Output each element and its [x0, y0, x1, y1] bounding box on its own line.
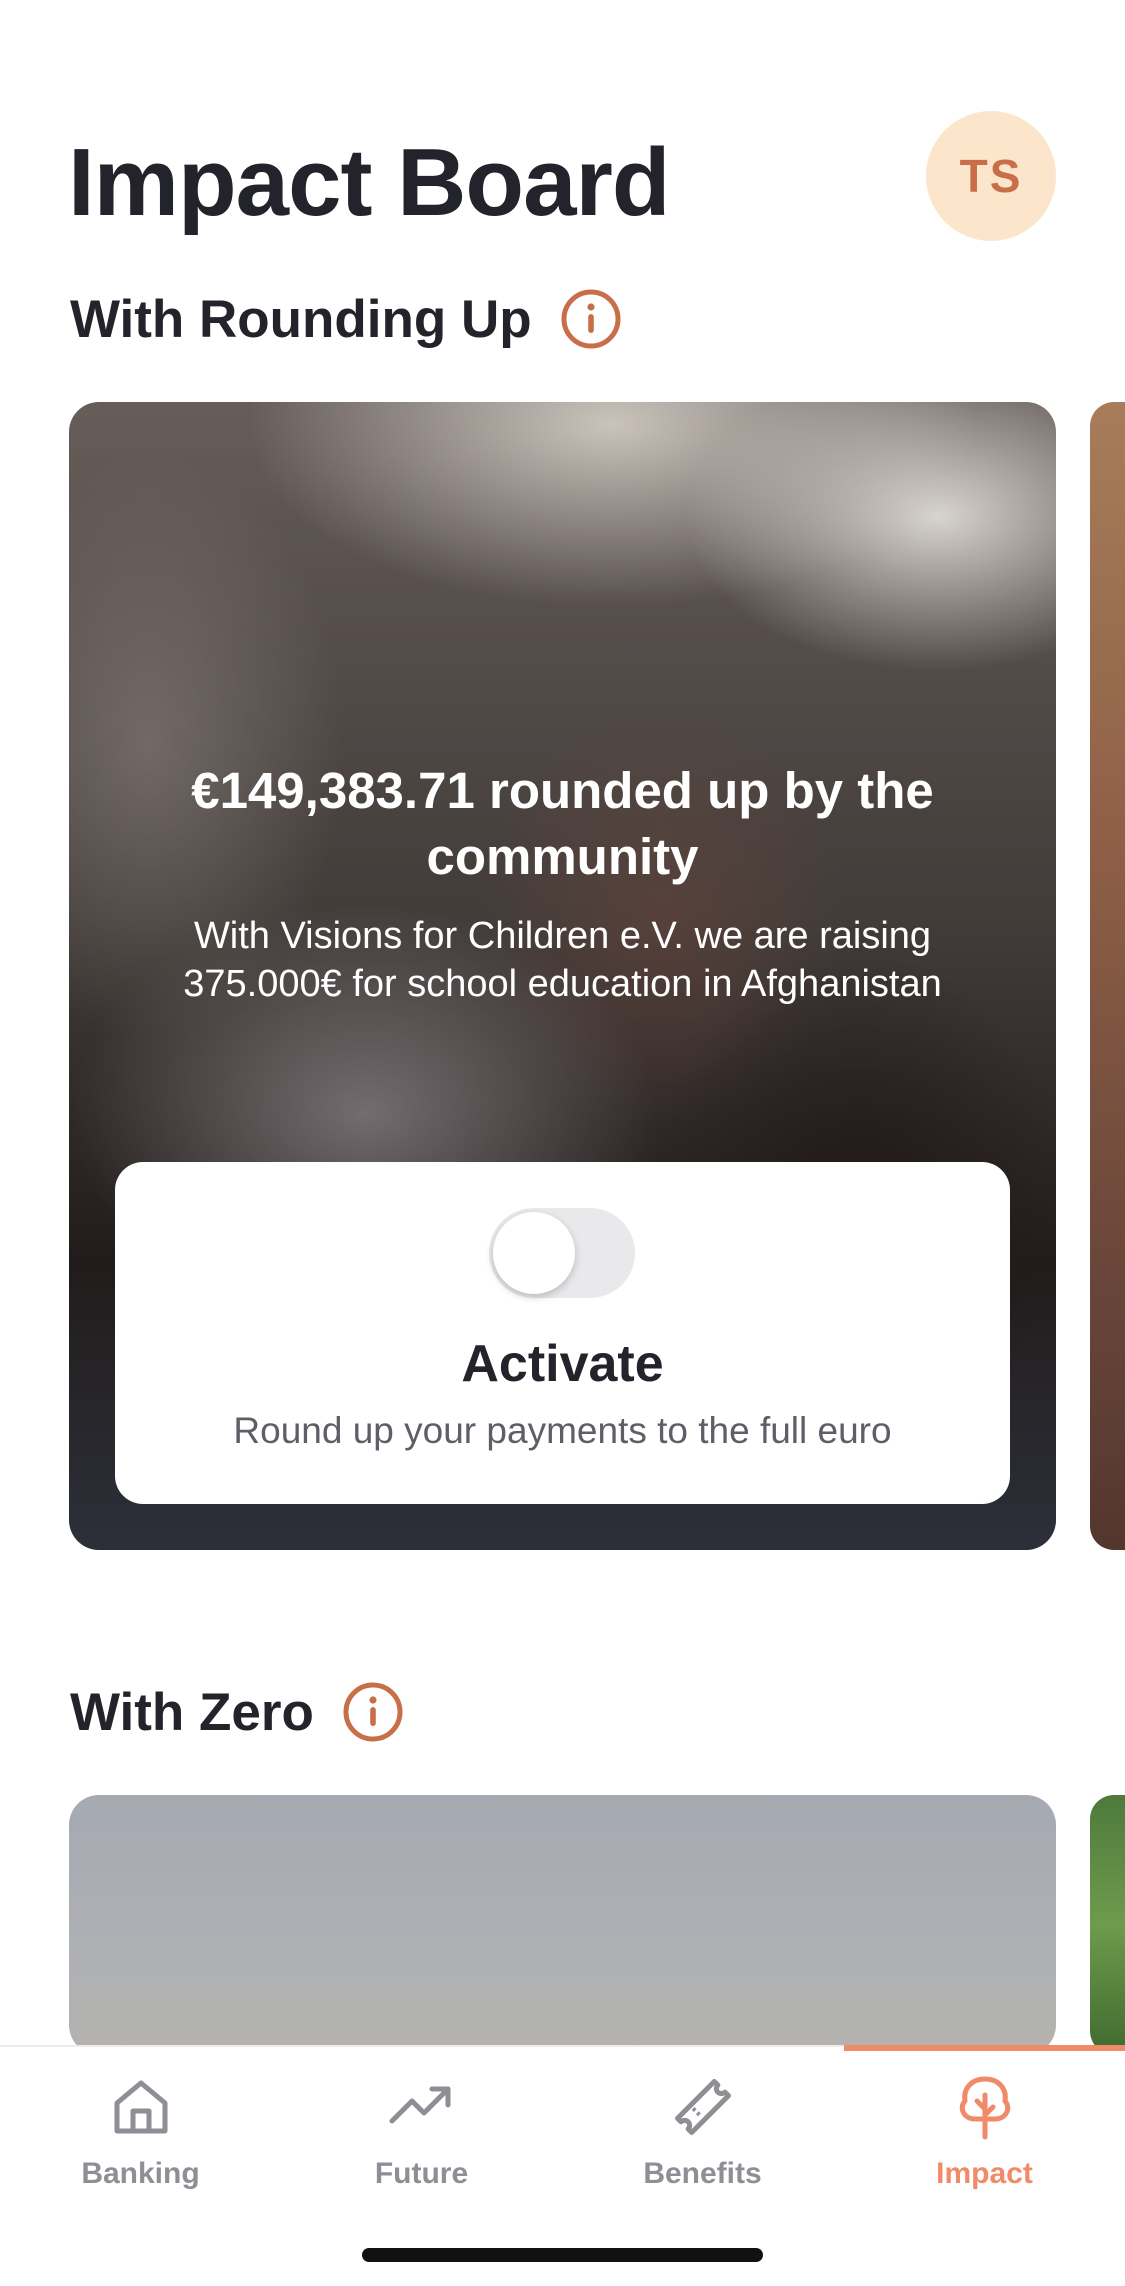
rounding-up-card[interactable]: €149,383.71 rounded up by the community …	[69, 402, 1056, 1550]
card-headline: €149,383.71 rounded up by the community	[191, 762, 934, 885]
tab-future[interactable]: Future	[281, 2071, 562, 2191]
avatar[interactable]: TS	[926, 111, 1056, 241]
card-description: With Visions for Children e.V. we are ra…	[183, 915, 942, 1005]
ticket-icon	[674, 2079, 731, 2135]
next-card-peek[interactable]	[1090, 402, 1125, 1550]
trend-up-icon	[389, 2086, 450, 2124]
tab-banking[interactable]: Banking	[0, 2071, 281, 2191]
page-title: Impact Board	[68, 129, 670, 236]
round-up-toggle[interactable]	[489, 1208, 635, 1298]
section-title: With Rounding Up	[70, 289, 532, 349]
activate-title: Activate	[461, 1335, 664, 1393]
tree-icon	[959, 2076, 1010, 2140]
info-circle-icon[interactable]	[560, 288, 622, 350]
info-circle-icon[interactable]	[342, 1681, 404, 1743]
home-indicator	[362, 2248, 763, 2262]
activate-panel: Activate Round up your payments to the f…	[115, 1162, 1010, 1504]
section-heading-rounding-up: With Rounding Up	[70, 288, 622, 350]
tab-label: Future	[374, 2157, 469, 2190]
tab-benefits[interactable]: Benefits	[562, 2071, 843, 2191]
activate-subtitle: Round up your payments to the full euro	[233, 1410, 892, 1451]
section-title: With Zero	[70, 1682, 314, 1742]
toggle-knob	[493, 1212, 575, 1294]
tab-impact[interactable]: Impact	[844, 2071, 1125, 2191]
section-heading-zero: With Zero	[70, 1681, 404, 1743]
next-card-peek[interactable]	[1090, 1795, 1125, 2055]
zero-card[interactable]	[69, 1795, 1056, 2055]
active-tab-indicator	[844, 2045, 1125, 2051]
home-icon	[114, 2080, 167, 2134]
tab-label: Banking	[81, 2157, 200, 2190]
tab-label: Benefits	[643, 2157, 762, 2190]
tab-label: Impact	[936, 2157, 1033, 2190]
